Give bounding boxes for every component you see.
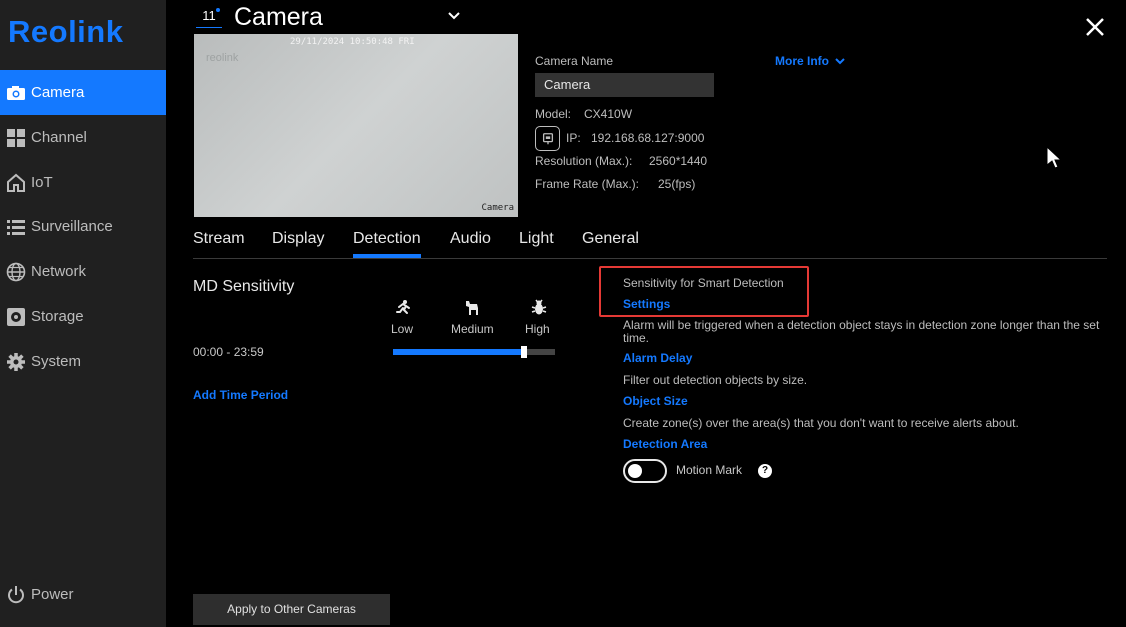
tab-detection[interactable]: Detection — [353, 230, 421, 258]
md-sensitivity-title: MD Sensitivity — [193, 278, 295, 295]
channel-number-text: 11 — [202, 8, 216, 23]
power-icon — [6, 585, 26, 605]
sidebar-item-surveillance[interactable]: Surveillance — [0, 204, 166, 249]
gear-icon — [6, 352, 26, 372]
globe-icon — [6, 262, 26, 282]
apply-to-other-cameras-button[interactable]: Apply to Other Cameras — [193, 594, 390, 625]
tab-audio[interactable]: Audio — [450, 230, 491, 248]
sidebar-item-label: Surveillance — [31, 218, 113, 235]
sidebar-item-label: Storage — [31, 308, 84, 325]
list-icon — [6, 217, 26, 237]
tab-general[interactable]: General — [582, 230, 639, 248]
dog-icon — [463, 299, 481, 317]
add-time-period-link[interactable]: Add Time Period — [193, 388, 288, 402]
tab-label: General — [582, 230, 639, 247]
tab-label: Display — [272, 230, 325, 247]
reolink-logo: Reolink — [8, 14, 124, 49]
sidebar-item-camera[interactable]: Camera — [0, 70, 166, 115]
motion-mark-label: Motion Mark — [676, 463, 743, 477]
sensitivity-medium-label: Medium — [451, 322, 494, 336]
tab-label: Light — [519, 230, 554, 247]
framerate-label: Frame Rate (Max.): — [535, 177, 640, 191]
sensitivity-low-label: Low — [391, 322, 414, 336]
sidebar-item-label: Channel — [31, 129, 87, 146]
sidebar: Reolink Camera Channel IoT Surveillance … — [0, 0, 166, 627]
toggle-knob — [628, 464, 642, 478]
power-button[interactable]: Power — [0, 572, 166, 617]
network-port-icon — [535, 126, 560, 151]
sidebar-item-system[interactable]: System — [0, 339, 166, 384]
preview-overlay-text: reolink — [206, 52, 239, 64]
chevron-down-icon — [835, 58, 845, 65]
help-icon[interactable]: ? — [758, 464, 772, 478]
ip-label: IP: — [566, 131, 581, 145]
bug-icon — [530, 299, 548, 317]
camera-name-label: Camera Name — [535, 54, 614, 68]
preview-timestamp: 29/11/2024 10:50:48 FRI — [290, 37, 415, 47]
grid-icon — [6, 128, 26, 148]
sidebar-item-iot[interactable]: IoT — [0, 160, 166, 205]
mouse-cursor-icon — [1046, 145, 1064, 170]
camera-icon — [6, 83, 26, 103]
framerate-value: 25(fps) — [658, 177, 696, 191]
sidebar-item-label: Camera — [31, 84, 85, 101]
detection-area-description: Create zone(s) over the area(s) that you… — [623, 416, 1019, 430]
tab-light[interactable]: Light — [519, 230, 554, 248]
running-person-icon — [394, 299, 412, 317]
sidebar-item-label: Network — [31, 263, 87, 280]
tabs-divider — [193, 258, 1107, 259]
resolution-label: Resolution (Max.): — [535, 154, 633, 168]
sidebar-item-label: IoT — [31, 174, 53, 191]
smart-detection-label: Sensitivity for Smart Detection — [623, 276, 784, 290]
slider-fill — [393, 349, 524, 355]
tab-label: Stream — [193, 230, 245, 247]
model-value: CX410W — [584, 107, 633, 121]
time-range: 00:00 - 23:59 — [193, 345, 264, 359]
sidebar-item-channel[interactable]: Channel — [0, 115, 166, 160]
home-icon — [6, 173, 26, 193]
camera-name-field[interactable]: Camera — [535, 73, 714, 97]
page-title[interactable]: Camera — [234, 3, 323, 32]
sidebar-item-storage[interactable]: Storage — [0, 294, 166, 339]
close-icon[interactable] — [1084, 16, 1106, 38]
model-label: Model: — [535, 107, 572, 121]
alarm-delay-link[interactable]: Alarm Delay — [623, 351, 692, 365]
channel-dot — [216, 8, 220, 12]
sensitivity-high-label: High — [525, 322, 550, 336]
channel-number: 11 — [196, 6, 222, 28]
alarm-delay-description: Alarm will be triggered when a detection… — [623, 318, 1100, 345]
sensitivity-slider[interactable] — [393, 346, 555, 358]
object-size-link[interactable]: Object Size — [623, 394, 688, 408]
sidebar-item-label: System — [31, 353, 82, 370]
smart-detection-settings-link[interactable]: Settings — [623, 297, 670, 311]
tab-label: Detection — [353, 230, 421, 247]
motion-mark-toggle[interactable] — [623, 459, 667, 483]
object-size-description: Filter out detection objects by size. — [623, 373, 808, 387]
resolution-value: 2560*1440 — [649, 154, 708, 168]
chevron-down-icon[interactable] — [446, 8, 462, 24]
storage-icon — [6, 307, 26, 327]
slider-thumb[interactable] — [521, 346, 527, 358]
tab-stream[interactable]: Stream — [193, 230, 245, 248]
preview-camera-label: Camera — [481, 203, 514, 213]
tab-display[interactable]: Display — [272, 230, 324, 248]
power-label: Power — [31, 586, 74, 603]
camera-preview: 29/11/2024 10:50:48 FRI reolink Camera — [194, 34, 518, 217]
more-info-button[interactable]: More Info — [775, 54, 846, 68]
sidebar-item-network[interactable]: Network — [0, 249, 166, 294]
tab-label: Audio — [450, 230, 491, 247]
detection-area-link[interactable]: Detection Area — [623, 437, 707, 451]
ip-value: 192.168.68.127:9000 — [591, 131, 705, 145]
more-info-label: More Info — [775, 54, 829, 68]
